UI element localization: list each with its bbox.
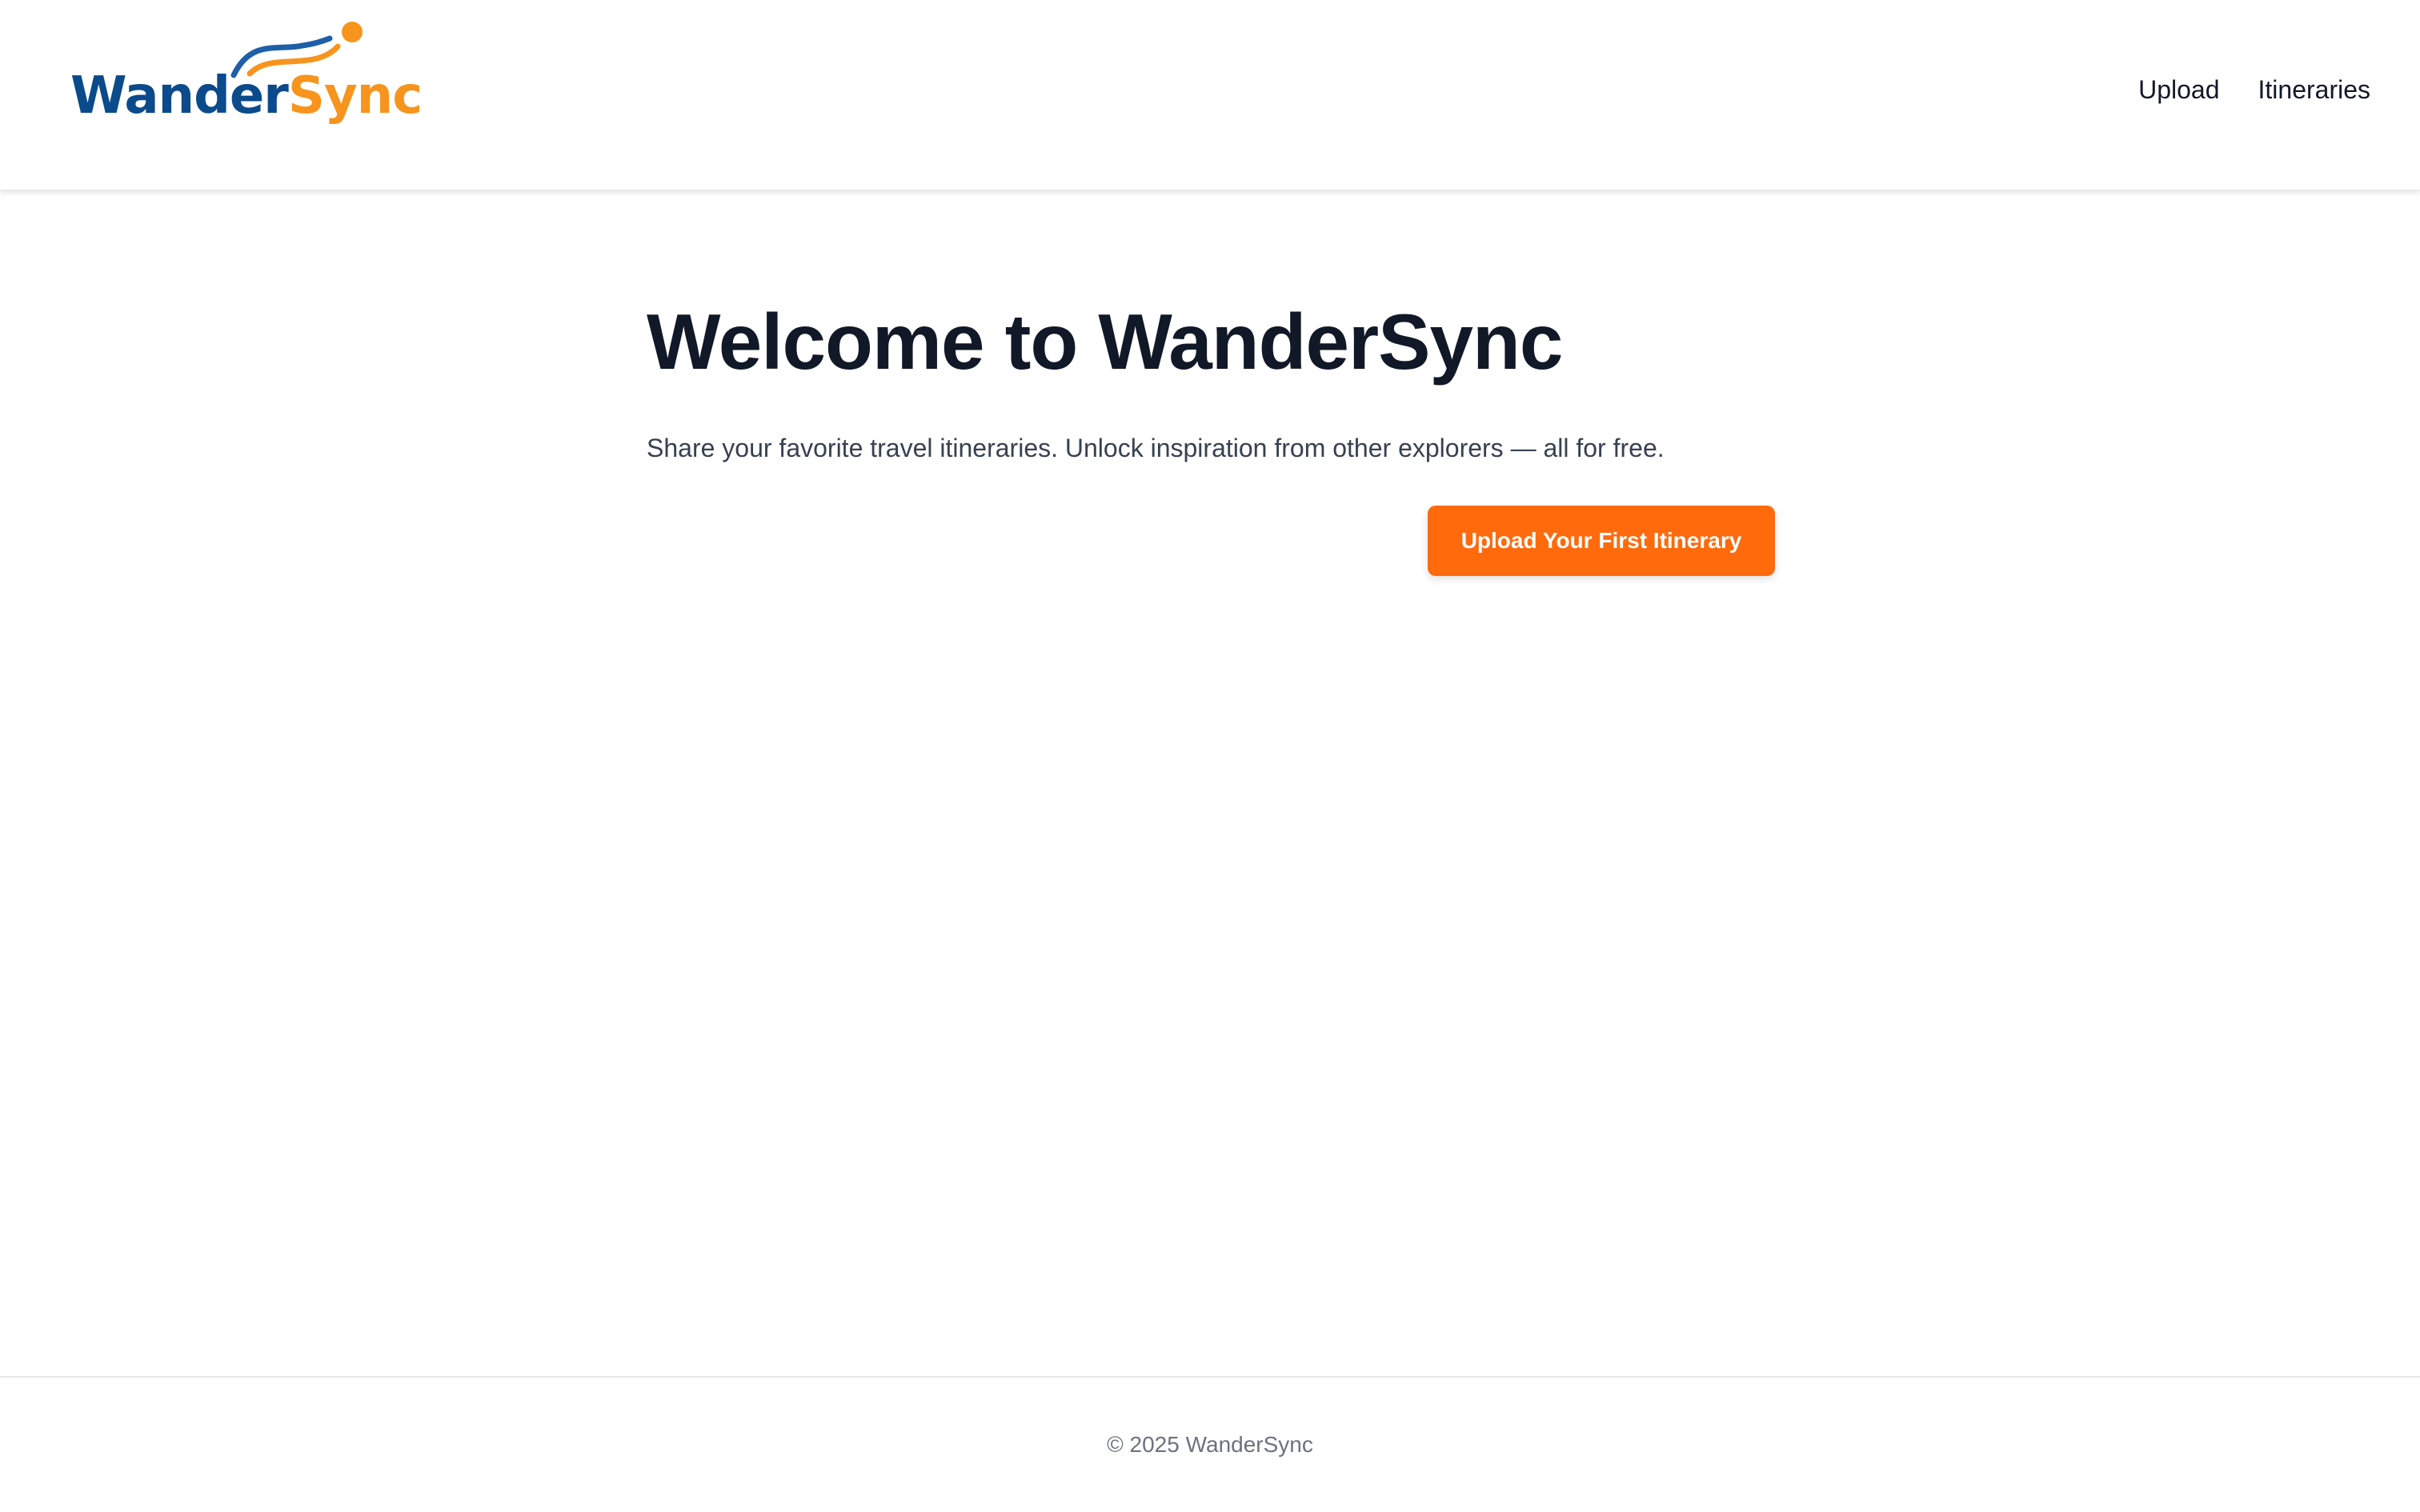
hero-title: Welcome to WanderSync — [647, 298, 1563, 386]
wandersync-logo[interactable]: WanderSync — [69, 18, 423, 138]
logo-wordmark: WanderSync — [70, 70, 423, 122]
hero-section: Welcome to WanderSync Share your favorit… — [647, 298, 1775, 576]
logo-wander-text: Wander — [70, 66, 289, 126]
site-footer: © 2025 WanderSync — [0, 1376, 2420, 1512]
copyright-text: © 2025 WanderSync — [1107, 1432, 1313, 1457]
hero-subtitle: Share your favorite travel itineraries. … — [647, 434, 1665, 462]
logo-sync-text: Sync — [287, 66, 423, 126]
nav-link-itineraries[interactable]: Itineraries — [2258, 77, 2371, 102]
upload-first-itinerary-button[interactable]: Upload Your First Itinerary — [1428, 506, 1775, 576]
nav-link-upload[interactable]: Upload — [2138, 77, 2219, 102]
site-header: WanderSync Upload Itineraries — [0, 0, 2420, 190]
main-nav: Upload Itineraries — [2138, 77, 2370, 102]
